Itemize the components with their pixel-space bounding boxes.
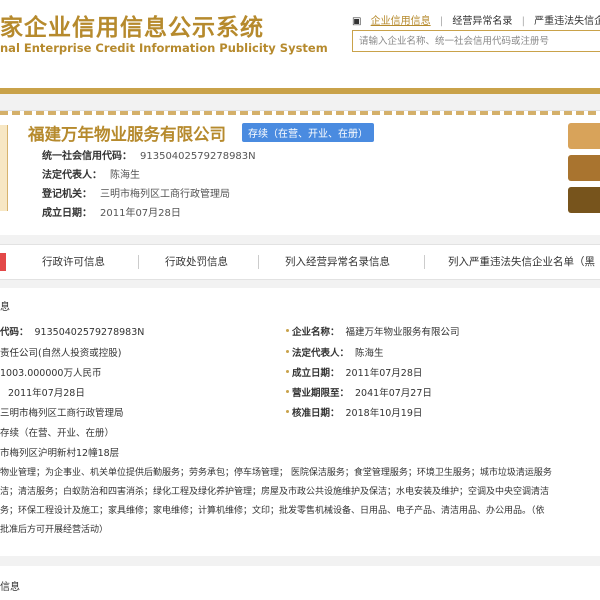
search-input[interactable]: 请输入企业名称、统一社会信用代码或注册号 bbox=[352, 30, 600, 52]
basic-left-row: 存续（在营、开业、在册） bbox=[0, 425, 114, 439]
company-name: 福建万年物业服务有限公司 bbox=[28, 125, 226, 144]
row-value: 福建万年物业服务有限公司 bbox=[345, 327, 460, 338]
nav-arrow-icon: ▣ bbox=[352, 16, 362, 27]
business-scope-line: 物业管理；为企事业、机关单位提供后勤服务；劳务承包；停车场管理； 医院保洁服务；… bbox=[0, 468, 552, 478]
basic-right-row: 成立日期： 2011年07月28日 bbox=[292, 365, 422, 379]
basic-left-row: 市梅列区沪明新村12幢18层 bbox=[0, 445, 119, 459]
bullet-icon bbox=[286, 390, 289, 393]
company-card: 福建万年物业服务有限公司 存续（在营、开业、在册） 统一社会信用代码： 91350… bbox=[0, 110, 600, 235]
field-value: 91350402579278983N bbox=[140, 151, 256, 162]
business-scope-line: 洁；清洁服务；白蚁防治和四害消杀；绿化工程及绿化养护管理；房屋及市政公共设施维护… bbox=[0, 487, 550, 497]
row-value: 2011年07月28日 bbox=[345, 368, 423, 379]
row-label: 营业期限至： bbox=[292, 388, 350, 399]
active-tab-indicator bbox=[0, 253, 6, 271]
business-scope-line: 务；环保工程设计及施工；家具维修；家电维修；计算机维修；文印；批发零售机械设备、… bbox=[0, 506, 545, 516]
nav-serious-violation[interactable]: 严重违法失信企 bbox=[534, 16, 600, 27]
decorative-stripe bbox=[0, 111, 600, 115]
basic-left-row: 代码： 91350402579278983N bbox=[0, 324, 144, 338]
basic-info-section: 息 代码： 91350402579278983N 责任公司(自然人投资或控股) 1… bbox=[0, 288, 600, 556]
field-label: 统一社会信用代码： bbox=[42, 151, 132, 162]
bullet-icon bbox=[286, 350, 289, 353]
row-label: 代码： bbox=[0, 327, 29, 338]
field-value: 三明市梅列区工商行政管理局 bbox=[100, 189, 230, 200]
row-value: 三明市梅列区工商行政管理局 bbox=[0, 408, 124, 419]
tab-divider bbox=[424, 255, 425, 269]
tab-abnormal-list[interactable]: 列入经营异常名录信息 bbox=[285, 245, 390, 279]
side-action-button-1[interactable] bbox=[568, 123, 600, 149]
tab-bar: 行政许可信息 行政处罚信息 列入经营异常名录信息 列入严重违法失信企业名单（黑 bbox=[0, 244, 600, 280]
basic-left-row: 三明市梅列区工商行政管理局 bbox=[0, 405, 124, 419]
established-date-line: 成立日期： 2011年07月28日 bbox=[42, 204, 181, 219]
row-label: 成立日期： bbox=[292, 368, 340, 379]
field-value: 陈海生 bbox=[110, 170, 140, 181]
nav-divider: | bbox=[439, 16, 444, 27]
bullet-icon bbox=[286, 329, 289, 332]
basic-left-row: 2011年07月28日 bbox=[8, 385, 85, 399]
row-value: 2041年07月27日 bbox=[355, 388, 432, 399]
field-label: 成立日期： bbox=[42, 208, 92, 219]
side-action-button-2[interactable] bbox=[568, 155, 600, 181]
row-value: 责任公司(自然人投资或控股) bbox=[0, 348, 122, 359]
credit-code-line: 统一社会信用代码： 91350402579278983N bbox=[42, 147, 256, 162]
side-action-button-3[interactable] bbox=[568, 187, 600, 213]
row-value: 陈海生 bbox=[355, 348, 384, 359]
section-title: 信息 bbox=[0, 582, 20, 593]
tab-admin-penalty[interactable]: 行政处罚信息 bbox=[165, 245, 228, 279]
basic-left-row: 1003.000000万人民币 bbox=[0, 365, 101, 379]
status-badge: 存续（在营、开业、在册） bbox=[242, 123, 374, 142]
basic-right-row: 核准日期： 2018年10月19日 bbox=[292, 405, 422, 419]
site-subtitle: nal Enterprise Credit Information Public… bbox=[0, 41, 328, 55]
basic-right-row: 法定代表人： 陈海生 bbox=[292, 345, 384, 359]
header-spacer bbox=[0, 94, 600, 108]
business-scope-line: 批准后方可开展经营活动） bbox=[0, 525, 109, 535]
next-section: 信息 bbox=[0, 566, 600, 600]
nav-divider: | bbox=[521, 16, 525, 27]
legal-rep-line: 法定代表人： 陈海生 bbox=[42, 166, 140, 181]
row-value: 1003.000000万人民币 bbox=[0, 368, 102, 379]
site-title: 家企业信用信息公示系统 bbox=[0, 15, 264, 41]
tab-divider bbox=[138, 255, 139, 269]
site-header: 家企业信用信息公示系统 nal Enterprise Credit Inform… bbox=[0, 0, 600, 94]
nav-abnormal-list[interactable]: 经营异常名录 bbox=[452, 16, 512, 27]
basic-right-row: 企业名称： 福建万年物业服务有限公司 bbox=[292, 324, 460, 338]
row-value: 2011年07月28日 bbox=[8, 388, 85, 399]
row-label: 法定代表人： bbox=[292, 348, 350, 359]
top-nav: ▣ 企业信用信息 | 经营异常名录 | 严重违法失信企 bbox=[352, 12, 600, 27]
field-label: 登记机关： bbox=[42, 189, 92, 200]
field-label: 法定代表人： bbox=[42, 170, 102, 181]
company-logo bbox=[0, 125, 8, 211]
row-value: 2018年10月19日 bbox=[345, 408, 423, 419]
registration-authority-line: 登记机关： 三明市梅列区工商行政管理局 bbox=[42, 185, 230, 200]
row-value: 91350402579278983N bbox=[34, 327, 145, 338]
tab-divider bbox=[258, 255, 259, 269]
tab-admin-license[interactable]: 行政许可信息 bbox=[42, 245, 105, 279]
field-value: 2011年07月28日 bbox=[100, 208, 181, 219]
section-title: 息 bbox=[0, 302, 10, 313]
nav-credit-info[interactable]: 企业信用信息 bbox=[371, 16, 431, 27]
row-value: 市梅列区沪明新村12幢18层 bbox=[0, 448, 120, 459]
row-value: 存续（在营、开业、在册） bbox=[0, 428, 115, 439]
bullet-icon bbox=[286, 410, 289, 413]
row-label: 企业名称： bbox=[292, 327, 340, 338]
bullet-icon bbox=[286, 370, 289, 373]
basic-left-row: 责任公司(自然人投资或控股) bbox=[0, 345, 121, 359]
basic-right-row: 营业期限至： 2041年07月27日 bbox=[292, 385, 432, 399]
tab-serious-violation[interactable]: 列入严重违法失信企业名单（黑 bbox=[448, 245, 595, 279]
row-label: 核准日期： bbox=[292, 408, 340, 419]
